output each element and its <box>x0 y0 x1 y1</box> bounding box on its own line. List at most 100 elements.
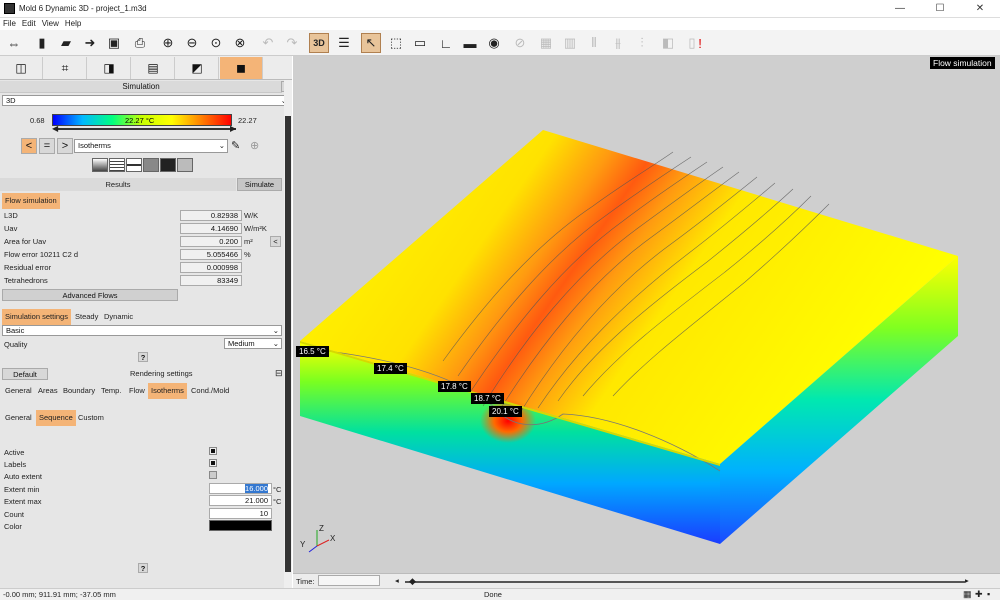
extent-max-input[interactable]: 21.000 <box>209 495 272 506</box>
cube-icon[interactable]: ◧ <box>658 33 678 53</box>
time-input[interactable] <box>318 575 380 586</box>
simulation-header: Simulation <box>0 81 282 93</box>
subtab-sequence[interactable]: Sequence <box>36 410 76 426</box>
style-dots-icon[interactable] <box>143 158 159 172</box>
tab-flow[interactable]: Flow <box>126 383 148 399</box>
subtab-custom[interactable]: Custom <box>75 410 107 426</box>
new-file-icon[interactable]: ▮ <box>32 33 52 53</box>
angle-icon[interactable]: ∟ <box>436 33 456 53</box>
preset-select[interactable]: Basic ⌄ <box>2 325 282 336</box>
tab-render-general[interactable]: General <box>2 383 35 399</box>
lock-icon[interactable]: ⊕ <box>250 139 259 152</box>
probe-icon[interactable]: ⫵ <box>608 33 628 53</box>
scale-range-slider[interactable] <box>56 128 236 130</box>
chart-icon[interactable]: ▥ <box>560 33 580 53</box>
view-3d-button[interactable]: 3D <box>309 33 329 53</box>
print-icon[interactable]: ⎙ <box>130 33 150 53</box>
minimize-button[interactable]: — <box>880 0 920 18</box>
tab-areas[interactable]: Areas <box>35 383 61 399</box>
menu-view[interactable]: View <box>39 18 62 30</box>
help-button-bottom[interactable]: ? <box>138 563 148 573</box>
zoom-clear-icon[interactable]: ⊗ <box>230 33 250 53</box>
active-checkbox[interactable] <box>209 447 217 455</box>
scrollbar-thumb[interactable] <box>285 116 291 572</box>
simulation-mode-select[interactable]: 3D⌄ <box>2 95 290 106</box>
swap-icon[interactable]: ⇔ <box>4 33 24 53</box>
equal-button[interactable]: = <box>39 138 55 154</box>
tab-temp[interactable]: Temp. <box>98 383 124 399</box>
eye-icon[interactable]: ◉ <box>484 33 504 53</box>
zoom-in-icon[interactable]: ⊕ <box>158 33 178 53</box>
count-input[interactable]: 10 <box>209 508 272 519</box>
tab-simulation-settings[interactable]: Simulation settings <box>2 309 71 325</box>
style-lines-icon[interactable] <box>109 158 125 172</box>
slider-left-arrow-icon[interactable]: ◀ <box>52 124 58 133</box>
select-pointer-icon[interactable]: ↖ <box>361 33 381 53</box>
comment-icon[interactable]: ▬ <box>460 33 480 53</box>
import-icon[interactable]: ➜ <box>80 33 100 53</box>
less-than-button[interactable]: < <box>21 138 37 154</box>
time-slider-left-icon[interactable]: ◂ <box>395 576 399 585</box>
left-scrollbar[interactable] <box>284 80 292 588</box>
style-solid-icon[interactable] <box>160 158 176 172</box>
hide-icon[interactable]: ⊘ <box>510 33 530 53</box>
save-icon[interactable]: ▣ <box>104 33 124 53</box>
point-icon[interactable]: ▪ <box>987 589 990 599</box>
zoom-out-icon[interactable]: ⊖ <box>182 33 202 53</box>
sensor-icon[interactable]: ⫴ <box>584 33 604 53</box>
tab-mode-3[interactable]: ◨ <box>88 57 131 79</box>
tab-flow-simulation[interactable]: Flow simulation <box>2 193 60 209</box>
menu-edit[interactable]: Edit <box>19 18 39 30</box>
time-slider[interactable] <box>405 581 965 583</box>
style-gradient-icon[interactable] <box>92 158 108 172</box>
zoom-fit-icon[interactable]: ⊙ <box>206 33 226 53</box>
grid-icon[interactable]: ▦ <box>963 589 972 600</box>
help-button-settings[interactable]: ? <box>138 352 148 362</box>
area-select-button[interactable]: < <box>270 236 281 247</box>
advanced-flows-button[interactable]: Advanced Flows <box>2 289 178 301</box>
ruler-icon[interactable]: ▭ <box>410 33 430 53</box>
tab-mode-4[interactable]: ▤ <box>132 57 175 79</box>
collapse-icon[interactable]: ⊟ <box>275 368 283 379</box>
mesh-icon[interactable]: ▦ <box>536 33 556 53</box>
tab-mode-simulation[interactable]: ◼ <box>220 57 263 79</box>
tab-boundary[interactable]: Boundary <box>60 383 98 399</box>
tools-icon[interactable]: ⫶ <box>632 33 652 53</box>
list-icon[interactable]: ☰ <box>334 33 354 53</box>
select-area-icon[interactable]: ⬚ <box>386 33 406 53</box>
subtab-general[interactable]: General <box>2 410 35 426</box>
tab-mode-5[interactable]: ◩ <box>176 57 219 79</box>
time-slider-right-icon[interactable]: ▸ <box>965 576 969 585</box>
redo-icon[interactable]: ↷ <box>282 33 302 53</box>
pipette-icon[interactable]: ✎ <box>231 139 240 152</box>
tab-cond-mold[interactable]: Cond./Mold <box>188 383 232 399</box>
tab-dynamic[interactable]: Dynamic <box>101 309 136 325</box>
auto-extent-checkbox[interactable] <box>209 471 217 479</box>
extent-min-input[interactable]: 16.000 <box>209 483 272 494</box>
undo-icon[interactable]: ↶ <box>258 33 278 53</box>
color-swatch[interactable] <box>209 520 272 531</box>
3d-viewport[interactable]: Flow simulation 16.5 °C 17.4 °C 17.8 °C … <box>293 56 1000 573</box>
slider-right-arrow-icon[interactable]: ▶ <box>230 124 236 133</box>
close-button[interactable]: ✕ <box>960 0 1000 18</box>
time-slider-thumb[interactable]: ◆ <box>409 576 416 587</box>
open-folder-icon[interactable]: ▰ <box>56 33 76 53</box>
tab-isotherms[interactable]: Isotherms <box>148 383 187 399</box>
style-band-icon[interactable] <box>126 158 142 172</box>
labels-checkbox[interactable] <box>209 459 217 467</box>
greater-than-button[interactable]: > <box>57 138 73 154</box>
menu-file[interactable]: File <box>0 18 19 30</box>
display-select[interactable]: Isotherms ⌄ <box>74 139 228 153</box>
style-grey-icon[interactable] <box>177 158 193 172</box>
simulation-mode-value: 3D <box>6 96 16 105</box>
warning-icon[interactable]: ! <box>690 33 710 53</box>
menu-help[interactable]: Help <box>62 18 84 30</box>
default-button[interactable]: Default <box>2 368 48 380</box>
tab-mode-2[interactable]: ⌗ <box>44 57 87 79</box>
quality-select[interactable]: Medium ⌄ <box>224 338 282 349</box>
crosshair-icon[interactable]: ✚ <box>975 589 983 600</box>
simulate-button[interactable]: Simulate <box>237 178 282 191</box>
tab-mode-1[interactable]: ◫ <box>0 57 43 79</box>
tab-steady[interactable]: Steady <box>72 309 101 325</box>
maximize-button[interactable]: ☐ <box>920 0 960 18</box>
